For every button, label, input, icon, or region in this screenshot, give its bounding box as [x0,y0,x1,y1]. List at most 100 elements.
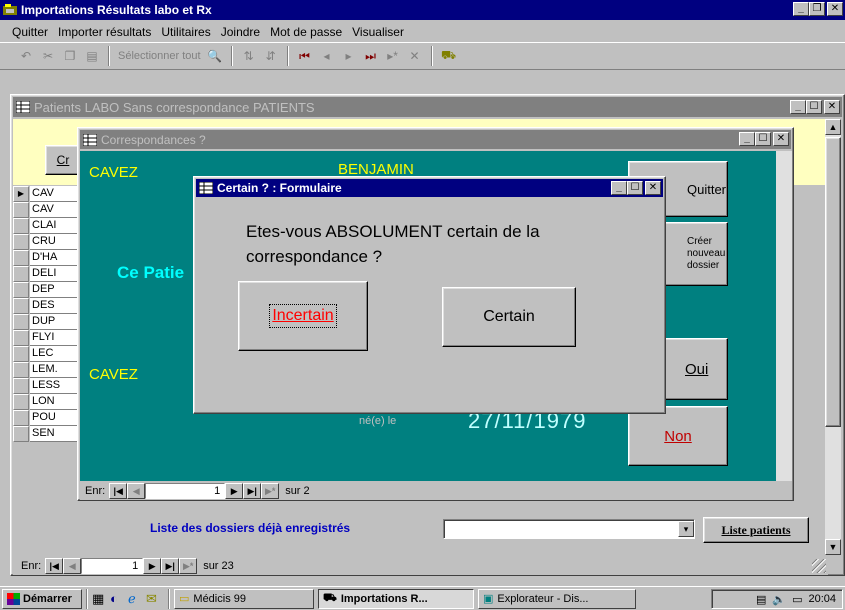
volume-icon[interactable]: 🔈 [772,593,786,606]
patients-title-bar[interactable]: Patients LABO Sans correspondance PATIEN… [13,97,842,117]
toolbar-separator [286,46,289,66]
menu-importer[interactable]: Importer résultats [58,25,151,39]
row-selector[interactable] [13,298,29,314]
dossiers-label: Liste des dossiers déjà enregistrés [150,521,351,535]
taskbar: Démarrer ▦ ◐ ℯ ✉ ▭ Médicis 99 ⛟ Importat… [0,586,845,610]
previous-record-icon[interactable]: ◂ [319,48,335,64]
restore-icon[interactable]: ❐ [809,2,825,16]
next-record-icon[interactable]: ▸ [341,48,357,64]
certain-dialog: Certain ? : Formulaire _ ☐ ✕ Etes-vous A… [193,176,666,414]
row-selector[interactable] [13,362,29,378]
select-all-button[interactable]: Sélectionner tout [118,50,201,62]
clock[interactable]: 20:04 [808,593,836,605]
minimize-icon[interactable]: _ [611,181,627,195]
row-selector[interactable] [13,378,29,394]
main-title-bar[interactable]: Importations Résultats labo et Rx _ ❐ ✕ [0,0,845,20]
task-medicis[interactable]: ▭ Médicis 99 [174,588,314,609]
patients-scrollbar[interactable]: ▲ ▼ [825,119,841,555]
last-record-icon[interactable]: ⏭ [363,48,379,64]
row-selector[interactable]: ▶ [13,186,29,202]
delete-record-icon[interactable]: ✕ [407,48,423,64]
row-selector[interactable] [13,250,29,266]
incertain-button[interactable]: Incertain [238,281,368,351]
close-icon[interactable]: ✕ [645,181,661,195]
task-explorateur[interactable]: ▣ Explorateur - Dis... [478,588,636,609]
patients-record-nav: Enr: |◀ ◀ 1 ▶ ▶| ▶* sur 23 [13,557,828,575]
new-record-icon[interactable]: ▸* [385,48,401,64]
certain-button[interactable]: Certain [442,287,576,347]
previous-record-icon[interactable]: ◀ [127,483,146,499]
row-selector[interactable] [13,426,29,442]
paste-icon[interactable]: ▤ [84,48,100,64]
quicklaunch-desktop-icon[interactable]: ▦ [92,591,110,607]
monitor-icon[interactable]: ▭ [792,593,802,606]
patient-label: Ce Patie [117,263,185,282]
toolbar-separator [430,46,433,66]
close-icon[interactable]: ✕ [827,2,843,16]
new-record-icon[interactable]: ▶* [261,483,280,499]
correspondances-scrollbar[interactable] [776,151,792,481]
find-icon[interactable]: 🔍 [207,48,223,64]
close-icon[interactable]: ✕ [773,132,789,146]
sort-ascending-icon[interactable]: ⇅ [241,48,257,64]
labo-name: CAVEZ [89,164,138,181]
row-selector[interactable] [13,234,29,250]
menu-joindre[interactable]: Joindre [221,25,260,39]
non-button[interactable]: Non [628,406,728,466]
liste-patients-button[interactable]: Liste patients [703,517,809,543]
previous-record-icon[interactable]: ◀ [63,558,82,574]
quicklaunch-ie-icon[interactable]: ℯ [128,591,146,607]
create-button[interactable]: Cr [45,145,81,175]
first-record-icon[interactable]: ⏮ [297,48,313,64]
maximize-icon[interactable]: ☐ [806,100,822,114]
correspondances-title-bar[interactable]: Correspondances ? _ ☐ ✕ [80,130,791,149]
row-selector[interactable] [13,330,29,346]
row-selector[interactable] [13,266,29,282]
new-record-icon[interactable]: ▶* [179,558,198,574]
first-record-icon[interactable]: |◀ [45,558,64,574]
size-grip-icon[interactable] [812,559,826,573]
row-selector[interactable] [13,410,29,426]
close-icon[interactable]: ✕ [824,100,840,114]
menu-utilitaires[interactable]: Utilitaires [161,25,210,39]
row-selector[interactable] [13,394,29,410]
row-selector[interactable] [13,346,29,362]
menu-visualiser[interactable]: Visualiser [352,25,404,39]
dialog-title-bar[interactable]: Certain ? : Formulaire _ ☐ ✕ [196,179,663,197]
maximize-icon[interactable]: ☐ [627,181,643,195]
row-selector[interactable] [13,202,29,218]
cut-icon[interactable]: ✂ [40,48,56,64]
scroll-down-icon[interactable]: ▼ [825,539,841,555]
row-selector[interactable] [13,282,29,298]
minimize-icon[interactable]: _ [790,100,806,114]
last-record-icon[interactable]: ▶| [243,483,262,499]
minimize-icon[interactable]: _ [739,132,755,146]
sort-descending-icon[interactable]: ⇵ [263,48,279,64]
quicklaunch-outlook-icon[interactable]: ✉ [146,591,164,607]
copy-icon[interactable]: ❐ [62,48,78,64]
menu-mot-de-passe[interactable]: Mot de passe [270,25,342,39]
next-record-icon[interactable]: ▶ [143,558,162,574]
task-importations[interactable]: ⛟ Importations R... [318,588,474,609]
minimize-icon[interactable]: _ [793,2,809,16]
row-selector[interactable] [13,218,29,234]
undo-icon[interactable]: ↶ [18,48,34,64]
record-number-input[interactable]: 1 [81,558,144,574]
record-number-input[interactable]: 1 [145,483,226,499]
start-button[interactable]: Démarrer [2,588,82,609]
next-record-icon[interactable]: ▶ [225,483,244,499]
menu-quitter[interactable]: Quitter [12,25,48,39]
row-selector[interactable] [13,314,29,330]
exit-icon[interactable]: ⛟ [441,48,457,64]
first-record-icon[interactable]: |◀ [109,483,128,499]
maximize-icon[interactable]: ☐ [755,132,771,146]
scroll-thumb[interactable] [825,137,841,427]
dropdown-arrow-icon[interactable]: ▾ [678,521,694,537]
hscroll-track [343,557,810,575]
scroll-up-icon[interactable]: ▲ [825,119,841,135]
taskbar-separator [86,588,88,609]
quicklaunch-channels-icon[interactable]: ◐ [110,591,128,606]
network-icon[interactable]: ▤ [756,593,766,606]
last-record-icon[interactable]: ▶| [161,558,180,574]
dossiers-select[interactable]: ▾ [443,519,695,539]
